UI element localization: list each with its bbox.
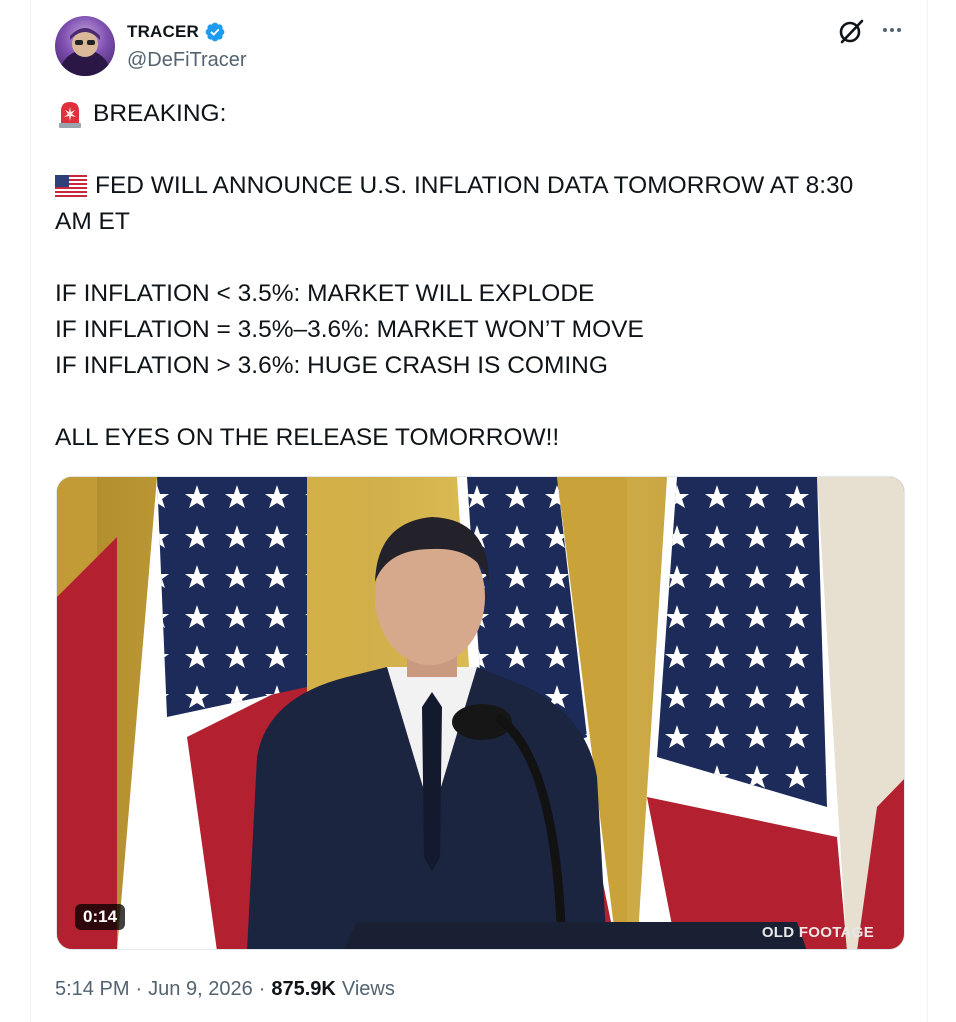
- tweet-line-low: IF INFLATION < 3.5%: MARKET WILL EXPLODE: [55, 280, 595, 307]
- video-overlay-caption: OLD FOOTAGE: [761, 924, 874, 941]
- tweet-line-mid: IF INFLATION = 3.5%–3.6%: MARKET WON’T M…: [55, 316, 644, 343]
- views-count[interactable]: 875.9K: [271, 978, 336, 1001]
- verified-badge-icon: [205, 22, 225, 42]
- tweet-line-all-eyes: ALL EYES ON THE RELEASE TOMORROW!!: [55, 424, 560, 451]
- tweet-line: AM ET: [55, 204, 895, 240]
- author-name-row[interactable]: TRACER: [127, 21, 226, 43]
- tweet-line-announce: FED WILL ANNOUNCE U.S. INFLATION DATA TO…: [95, 172, 854, 199]
- tweet-text: BREAKING: FED WILL ANNOUNCE U.S. INFLATI…: [55, 96, 895, 456]
- tweet-line: BREAKING:: [55, 96, 895, 132]
- tweet-line-announce-cont: AM ET: [55, 208, 130, 235]
- more-icon[interactable]: [880, 18, 904, 42]
- tweet-date[interactable]: Jun 9, 2026: [148, 978, 253, 1001]
- avatar[interactable]: [55, 16, 115, 76]
- video-duration: 0:14: [75, 904, 126, 930]
- meta-separator: ·: [135, 978, 143, 1000]
- tweet-line-high: IF INFLATION > 3.6%: HUGE CRASH IS COMIN…: [55, 352, 608, 379]
- meta-separator: ·: [258, 978, 266, 1000]
- video-player[interactable]: 0:14 OLD FOOTAGE: [56, 476, 905, 950]
- siren-emoji: [59, 102, 81, 128]
- grok-icon[interactable]: [836, 16, 866, 46]
- us-flag-emoji: [55, 175, 87, 197]
- author-name[interactable]: TRACER: [127, 22, 199, 42]
- video-thumbnail: [57, 477, 904, 949]
- tweet-meta: 5:14 PM · Jun 9, 2026 · 875.9K Views: [55, 978, 395, 1001]
- tweet-line: FED WILL ANNOUNCE U.S. INFLATION DATA TO…: [55, 168, 895, 204]
- views-label: Views: [341, 978, 395, 1000]
- author-handle[interactable]: @DeFiTracer: [127, 49, 247, 72]
- tweet-line-breaking: BREAKING:: [93, 100, 227, 127]
- tweet-time[interactable]: 5:14 PM: [55, 978, 129, 1001]
